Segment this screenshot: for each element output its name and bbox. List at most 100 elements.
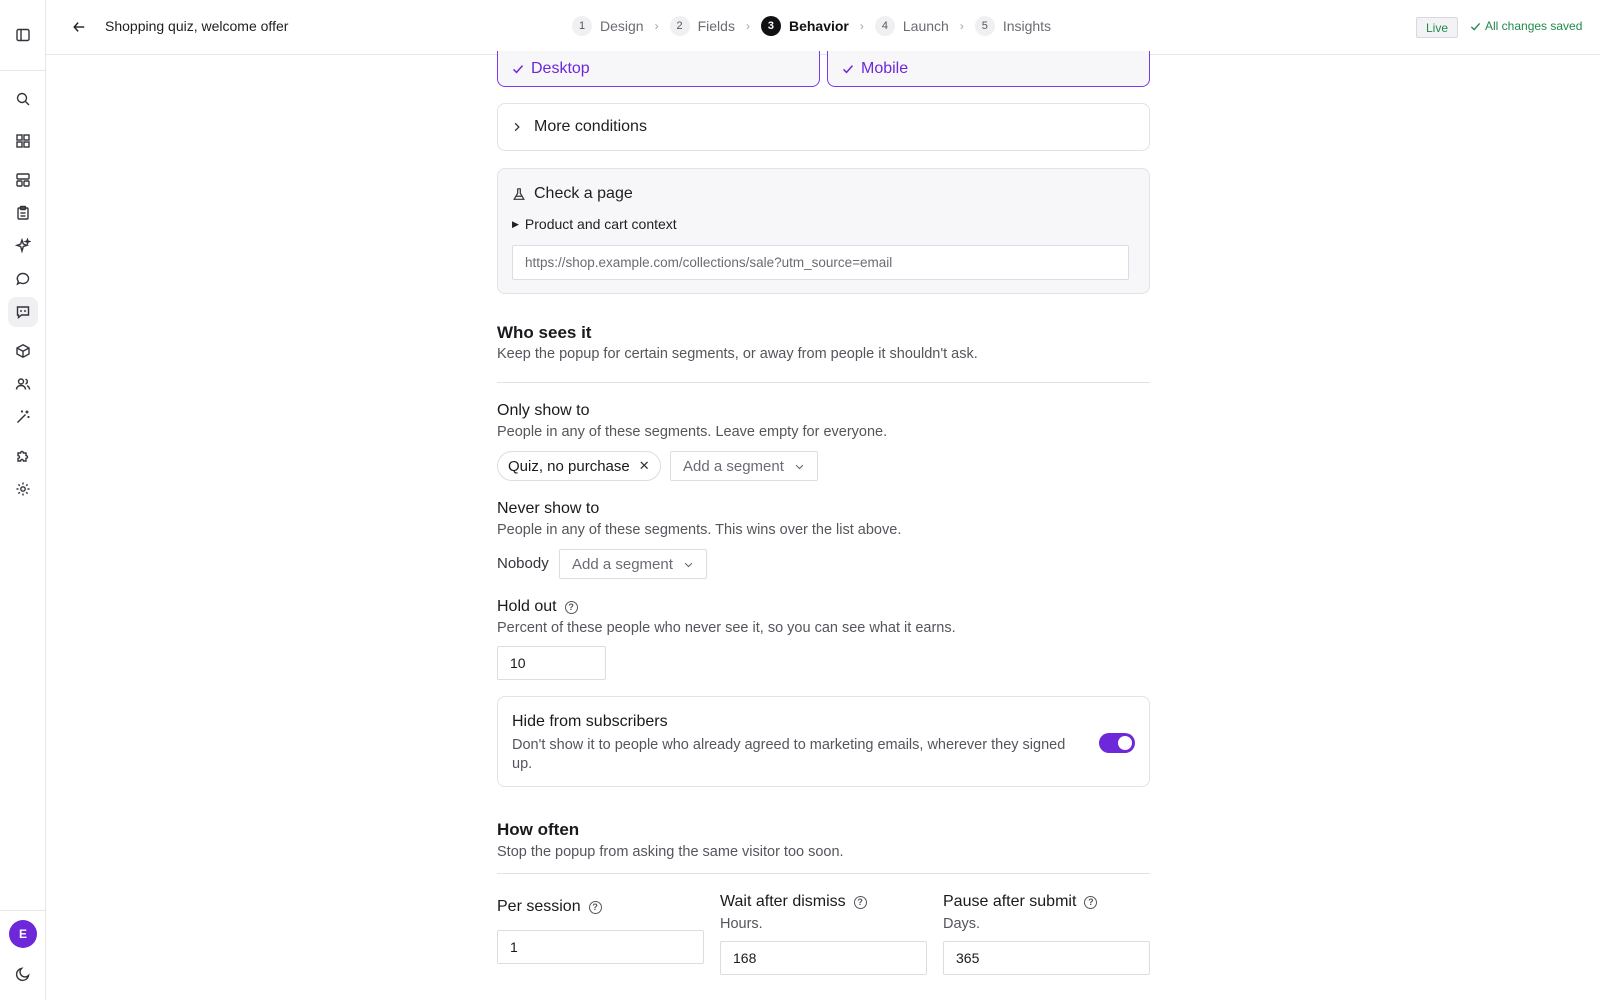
page-url-input[interactable]: https://shop.example.com/collections/sal… <box>512 245 1129 280</box>
only-show-add-segment[interactable]: Add a segment <box>670 451 818 481</box>
step-behavior[interactable]: 3 Behavior <box>760 16 849 36</box>
pause-submit-unit: Days. <box>943 916 981 932</box>
segment-chip: Quiz, no purchase ✕ <box>497 451 661 481</box>
chevron-right-icon: › <box>654 19 659 33</box>
step-number: 3 <box>760 16 781 36</box>
step-label: Launch <box>902 18 949 34</box>
hold-out-input[interactable]: 10 <box>497 646 606 680</box>
sidebar-divider <box>0 910 46 911</box>
only-show-label-text: Only show to <box>497 402 590 419</box>
step-launch[interactable]: 4 Launch <box>874 16 949 36</box>
how-often-title: How often <box>497 820 580 839</box>
remove-chip-icon[interactable]: ✕ <box>639 458 650 474</box>
chevron-right-icon: › <box>745 19 750 33</box>
dashboard-icon[interactable] <box>8 126 38 156</box>
section-divider <box>497 382 1150 383</box>
save-status: All changes saved <box>1470 19 1582 33</box>
magic-wand-icon[interactable] <box>8 402 38 432</box>
sparkle-icon[interactable] <box>8 231 38 261</box>
help-icon[interactable]: ? <box>588 900 602 914</box>
gear-icon[interactable] <box>8 474 38 504</box>
chevron-right-icon <box>514 122 520 132</box>
chevron-down-icon <box>795 464 804 469</box>
wait-dismiss-unit: Hours. <box>720 916 763 932</box>
chat-icon[interactable] <box>8 264 38 294</box>
only-show-label: Only show to <box>497 402 589 420</box>
per-session-label: Per session ? <box>497 898 602 916</box>
step-label: Insights <box>1002 18 1052 34</box>
who-sees-title: Who sees it <box>497 323 592 342</box>
page-title: Shopping quiz, welcome offer <box>105 18 289 34</box>
panel-toggle-icon[interactable] <box>8 20 38 50</box>
context-disclosure-label: Product and cart context <box>524 216 677 232</box>
add-segment-placeholder: Add a segment <box>683 457 784 475</box>
more-conditions-toggle[interactable]: More conditions <box>497 103 1150 151</box>
check-icon <box>1470 22 1481 31</box>
message-square-icon[interactable] <box>8 297 38 327</box>
step-label: Fields <box>697 18 735 34</box>
users-icon[interactable] <box>8 369 38 399</box>
device-option-desktop[interactable]: Desktop <box>497 51 820 87</box>
never-show-description: People in any of these segments. This wi… <box>497 522 902 538</box>
add-segment-placeholder: Add a segment <box>572 555 673 573</box>
step-navigation: 1 Design › 2 Fields › 3 Behavior › 4 Lau… <box>572 16 1051 36</box>
toggle-knob <box>1118 736 1132 750</box>
sidebar-header <box>0 0 46 71</box>
wait-dismiss-input[interactable]: 168 <box>720 941 927 975</box>
step-design[interactable]: 1 Design <box>572 16 644 36</box>
pause-submit-label: Pause after submit ? <box>943 893 1098 911</box>
puzzle-icon[interactable] <box>8 441 38 471</box>
per-session-input[interactable]: 1 <box>497 930 704 964</box>
hold-out-description: Percent of these people who never see it… <box>497 620 956 636</box>
step-fields[interactable]: 2 Fields <box>669 16 735 36</box>
step-number: 4 <box>874 16 895 36</box>
segment-chip-label: Quiz, no purchase <box>508 457 630 475</box>
never-show-label-text: Never show to <box>497 500 600 517</box>
top-bar: Shopping quiz, welcome offer 1 Design › … <box>46 0 1600 55</box>
section-divider <box>497 873 1150 874</box>
check-icon <box>842 64 854 73</box>
chevron-right-icon: › <box>859 19 864 33</box>
arrow-left-icon <box>73 22 85 32</box>
never-show-add-segment[interactable]: Add a segment <box>559 549 707 579</box>
avatar[interactable]: E <box>9 920 37 948</box>
layout-icon[interactable] <box>8 165 38 195</box>
wait-dismiss-label: Wait after dismiss ? <box>720 893 867 911</box>
help-icon[interactable]: ? <box>853 895 867 909</box>
pause-submit-input[interactable]: 365 <box>943 941 1150 975</box>
step-label: Behavior <box>788 18 849 34</box>
hold-out-label: Hold out ? <box>497 598 578 616</box>
device-option-mobile[interactable]: Mobile <box>827 51 1150 87</box>
per-session-label-text: Per session <box>497 898 581 915</box>
step-number: 5 <box>974 16 995 36</box>
how-often-description: Stop the popup from asking the same visi… <box>497 844 844 860</box>
step-insights[interactable]: 5 Insights <box>974 16 1052 36</box>
box-icon[interactable] <box>8 336 38 366</box>
moon-icon[interactable] <box>8 959 38 989</box>
pause-submit-label-text: Pause after submit <box>943 893 1077 910</box>
chevron-down-icon <box>684 562 693 567</box>
flask-icon <box>513 187 525 200</box>
back-button[interactable] <box>66 14 92 40</box>
device-label: Desktop <box>531 59 590 77</box>
triangle-right-icon: ▶ <box>512 218 519 229</box>
device-label: Mobile <box>861 59 909 77</box>
search-icon[interactable] <box>8 84 38 114</box>
never-show-label: Never show to <box>497 500 599 518</box>
more-conditions-label: More conditions <box>534 118 647 135</box>
check-page-title: Check a page <box>512 185 633 203</box>
wait-dismiss-label-text: Wait after dismiss <box>720 893 846 910</box>
check-page-panel: Check a page ▶ Product and cart context … <box>497 168 1150 294</box>
step-label: Design <box>600 18 644 34</box>
help-icon[interactable]: ? <box>564 600 578 614</box>
context-disclosure[interactable]: ▶ Product and cart context <box>512 216 677 232</box>
hide-subscribers-toggle[interactable] <box>1099 733 1135 753</box>
clipboard-icon[interactable] <box>8 198 38 228</box>
only-show-description: People in any of these segments. Leave e… <box>497 424 888 440</box>
never-show-empty: Nobody <box>497 555 549 572</box>
step-number: 2 <box>669 16 690 36</box>
help-icon[interactable]: ? <box>1084 895 1098 909</box>
hide-subscribers-title: Hide from subscribers <box>512 713 668 730</box>
check-page-title-text: Check a page <box>534 185 633 202</box>
hide-subscribers-card: Hide from subscribers Don't show it to p… <box>497 696 1150 787</box>
